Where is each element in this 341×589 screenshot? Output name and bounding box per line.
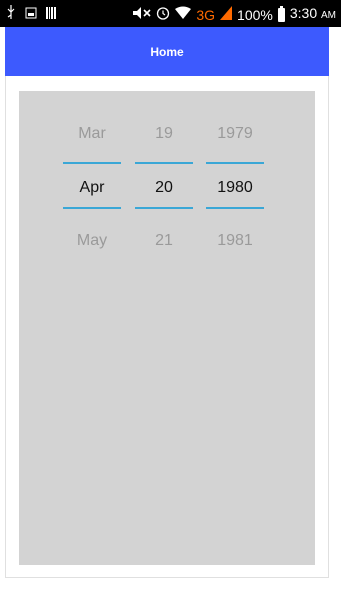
clock-time: 3:30 [289,5,318,21]
battery-percent: 100% [237,6,273,23]
status-left-icons [6,5,56,22]
mute-icon [133,6,151,23]
signal-icon [220,6,233,23]
month-selected-value[interactable]: Apr [63,179,121,197]
alarm-icon [156,6,170,23]
screenshot-icon [25,6,37,22]
month-divider-bottom [63,207,121,209]
day-prev-value[interactable]: 19 [135,125,193,143]
day-selected-value[interactable]: 20 [135,179,193,197]
month-divider-top [63,162,121,164]
month-picker-column[interactable]: Mar Apr May [63,91,121,249]
year-selected-value[interactable]: 1980 [206,179,264,197]
page-title: Home [150,44,184,59]
year-divider-top [206,162,264,164]
year-prev-value[interactable]: 1979 [206,125,264,143]
usb-icon [6,5,16,22]
network-type: 3G [196,6,216,23]
year-divider-bottom [206,207,264,209]
day-divider-bottom [135,207,193,209]
status-bar: 3G 100% 3:30 AM [0,0,341,27]
clock: 3:30 AM [290,5,336,24]
day-picker-column[interactable]: 19 20 21 [135,91,193,249]
day-divider-top [135,162,193,164]
status-right-icons: 3G 100% 3:30 AM [133,5,336,24]
clock-ampm: AM [321,10,336,21]
year-picker-column[interactable]: 1979 1980 1981 [206,91,264,249]
barcode-icon [46,6,56,22]
year-next-value[interactable]: 1981 [206,232,264,250]
wifi-icon [175,6,192,23]
app-header: Home [5,27,329,76]
month-next-value[interactable]: May [63,232,121,250]
month-prev-value[interactable]: Mar [63,125,121,143]
day-next-value[interactable]: 21 [135,232,193,250]
battery-icon [277,5,285,22]
